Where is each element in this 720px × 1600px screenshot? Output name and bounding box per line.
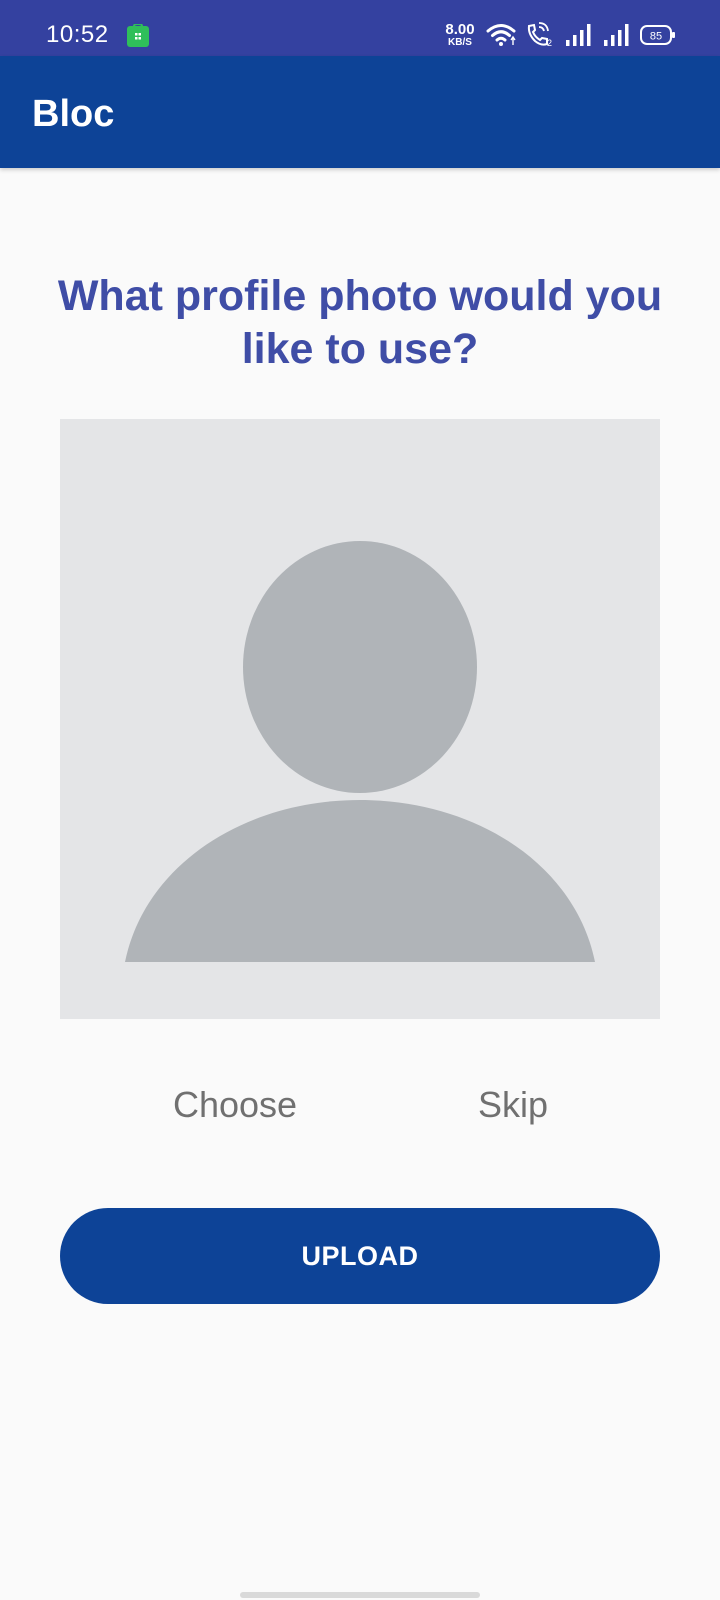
home-indicator[interactable] (240, 1592, 480, 1598)
network-speed: 8.00 KB/S (440, 22, 480, 48)
upload-button[interactable]: UPLOAD (60, 1208, 660, 1304)
svg-text:2: 2 (547, 38, 552, 48)
status-bar: 10:52 8.00 KB/S 2 85 (0, 0, 720, 56)
shopping-bag-icon (126, 22, 150, 48)
app-bar: Bloc (0, 56, 720, 168)
signal-icon (566, 24, 591, 46)
network-speed-value: 8.00 (445, 21, 475, 38)
wifi-icon (486, 24, 516, 46)
network-speed-unit: KB/S (448, 37, 472, 48)
profile-photo-preview[interactable] (60, 419, 660, 1019)
signal-icon (604, 24, 629, 46)
battery-level: 85 (650, 31, 662, 43)
choose-button[interactable]: Choose (160, 1080, 310, 1130)
volte-call-icon: 2 (527, 22, 552, 48)
status-time: 10:52 (46, 21, 109, 48)
profile-photo-question: What profile photo would you like to use… (57, 272, 663, 373)
app-title: Bloc (32, 93, 115, 135)
battery-icon: 85 (640, 25, 675, 45)
person-placeholder-icon (125, 541, 595, 962)
skip-button[interactable]: Skip (463, 1080, 563, 1130)
